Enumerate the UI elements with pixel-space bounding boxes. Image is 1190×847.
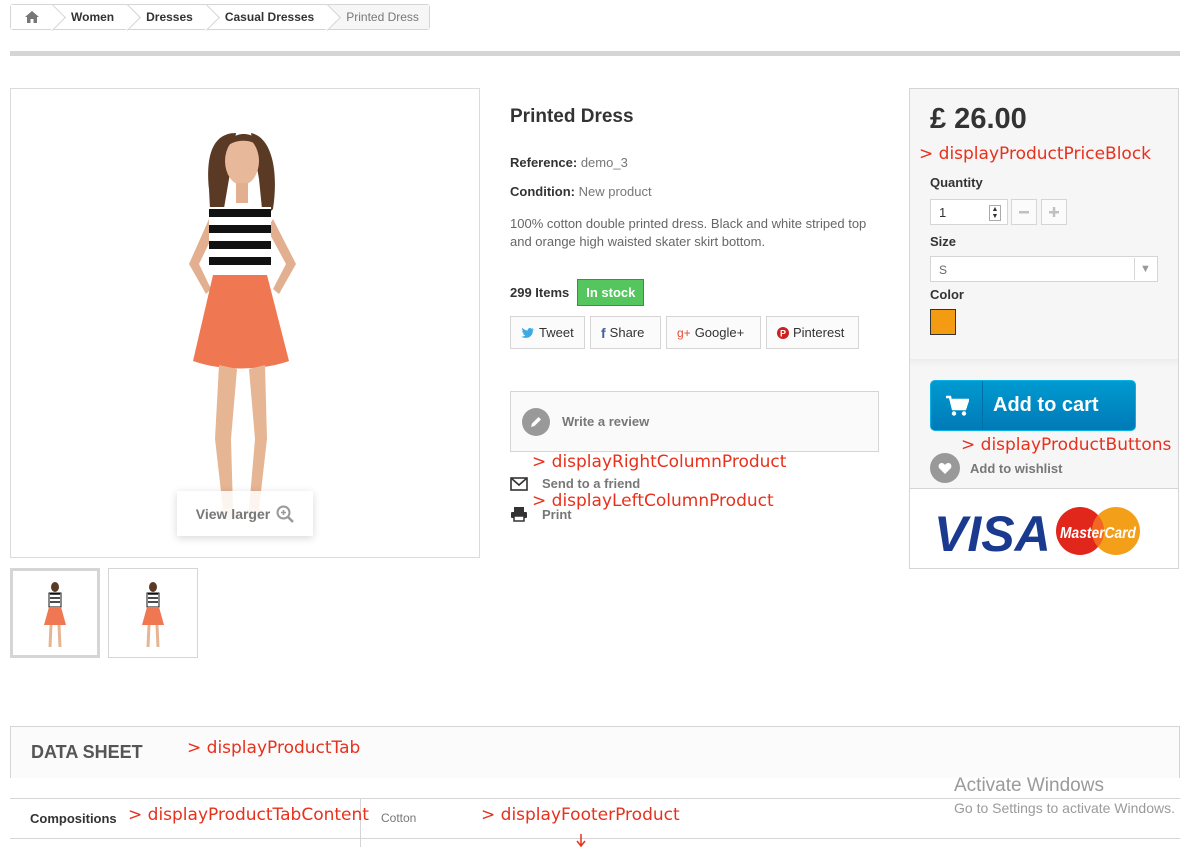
- watermark-subtitle: Go to Settings to activate Windows.: [954, 800, 1175, 816]
- quantity-label: Quantity: [930, 175, 983, 190]
- share-label: Share: [609, 325, 645, 340]
- size-value: S: [939, 263, 948, 277]
- items-count: 299 Items: [510, 285, 570, 300]
- google-plus-label: Google+: [694, 325, 745, 340]
- product-thumbnail-1[interactable]: [10, 568, 100, 658]
- view-larger-button[interactable]: View larger: [177, 491, 313, 536]
- hook-right-column: > displayRightColumnProduct: [532, 452, 787, 472]
- size-label: Size: [930, 234, 957, 249]
- hook-price-block: > displayProductPriceBlock: [919, 144, 1152, 164]
- data-sheet-heading: DATA SHEET: [31, 742, 143, 762]
- product-main-image[interactable]: View larger: [10, 88, 480, 558]
- box-divider: [910, 359, 1178, 367]
- google-plus-button[interactable]: g+ Google+: [666, 316, 761, 349]
- product-reference: Reference: demo_3: [510, 155, 628, 170]
- compositions-value: Cotton: [381, 811, 417, 825]
- thumbnail-image: [142, 582, 164, 648]
- facebook-share-button[interactable]: f Share: [590, 316, 661, 349]
- thumbnail-image: [44, 582, 66, 648]
- product-description: 100% cotton double printed dress. Black …: [510, 216, 867, 249]
- quantity-spinner[interactable]: ▲ ▼: [989, 205, 1001, 221]
- tweet-button[interactable]: Tweet: [510, 316, 585, 349]
- home-icon: [25, 11, 39, 23]
- chevron-down-icon: ▼: [1134, 258, 1156, 280]
- hook-product-tab: > displayProductTab: [187, 738, 361, 758]
- mastercard-logo: MasterCard: [1056, 507, 1140, 555]
- watermark-title: Activate Windows: [954, 775, 1104, 796]
- social-share-buttons: Tweet f Share g+ Google+ P Pinterest: [510, 316, 859, 349]
- quantity-plus-button[interactable]: [1041, 199, 1067, 225]
- condition-value: New product: [578, 184, 652, 199]
- breadcrumb-casual-dresses[interactable]: Casual Dresses: [206, 5, 329, 29]
- write-review-label: Write a review: [562, 414, 650, 429]
- pencil-icon: [522, 407, 550, 436]
- breadcrumb: Women Dresses Casual Dresses Printed Dre…: [10, 4, 430, 30]
- breadcrumb-current: Printed Dress: [328, 5, 429, 29]
- reference-label: Reference:: [510, 155, 578, 170]
- svg-text:P: P: [780, 328, 786, 338]
- pinterest-icon: P: [777, 326, 789, 339]
- data-sheet-tab[interactable]: DATA SHEET: [10, 726, 1180, 778]
- add-to-cart-button[interactable]: Add to cart: [930, 380, 1136, 431]
- breadcrumb-home[interactable]: [11, 5, 53, 29]
- google-plus-icon: g+: [677, 325, 691, 340]
- visa-logo: VISA: [934, 506, 1051, 562]
- header-divider: [10, 51, 1180, 56]
- heart-icon: [930, 453, 960, 483]
- stock-badge: In stock: [577, 279, 645, 306]
- product-price: £ 26.00: [930, 103, 1027, 135]
- write-review-box[interactable]: Write a review: [510, 391, 879, 452]
- product-thumbnail-2[interactable]: [108, 568, 198, 658]
- view-larger-label: View larger: [195, 505, 271, 522]
- twitter-icon: [521, 327, 534, 338]
- reference-value: demo_3: [580, 155, 628, 170]
- hook-product-tab-content: > displayProductTabContent: [128, 805, 369, 825]
- product-condition: Condition: New product: [510, 184, 652, 199]
- print-icon: [511, 507, 527, 522]
- condition-label: Condition:: [510, 184, 575, 199]
- hook-left-column: > displayLeftColumnProduct: [532, 491, 774, 511]
- hook-product-buttons: > displayProductButtons: [961, 435, 1172, 455]
- model-photo: [189, 133, 296, 520]
- zoom-in-icon: [276, 505, 295, 523]
- availability-row: 299 Items In stock: [510, 279, 645, 306]
- send-to-friend-link[interactable]: Send to a friend: [510, 476, 640, 491]
- envelope-icon: [510, 476, 528, 491]
- minus-icon: [1019, 211, 1029, 214]
- hook-footer-product: > displayFooterProduct: [481, 805, 680, 825]
- add-to-wishlist-label: Add to wishlist: [970, 460, 1063, 476]
- cart-icon: [931, 381, 983, 430]
- add-to-wishlist-link[interactable]: Add to wishlist: [930, 453, 1062, 483]
- pinterest-button[interactable]: P Pinterest: [766, 316, 859, 349]
- arrow-down-icon: [576, 834, 586, 847]
- tweet-label: Tweet: [539, 325, 574, 340]
- send-to-friend-label: Send to a friend: [542, 476, 641, 491]
- compositions-label: Compositions: [30, 811, 117, 826]
- add-to-cart-label: Add to cart: [993, 394, 1099, 416]
- activate-windows-watermark: Activate Windows Go to Settings to activ…: [954, 775, 1175, 816]
- mastercard-label: MasterCard: [1060, 525, 1137, 542]
- color-swatch-orange[interactable]: [930, 309, 956, 335]
- product-title: Printed Dress: [510, 106, 634, 127]
- size-select[interactable]: S ▼: [930, 256, 1158, 282]
- quantity-value: 1: [939, 205, 947, 220]
- pinterest-label: Pinterest: [793, 325, 845, 340]
- color-label: Color: [930, 287, 964, 302]
- quantity-minus-button[interactable]: [1011, 199, 1037, 225]
- plus-icon: [1049, 207, 1059, 217]
- facebook-icon: f: [601, 324, 606, 341]
- quantity-input[interactable]: 1 ▲ ▼: [930, 199, 1008, 225]
- payment-logos: VISA MasterCard: [910, 488, 1178, 568]
